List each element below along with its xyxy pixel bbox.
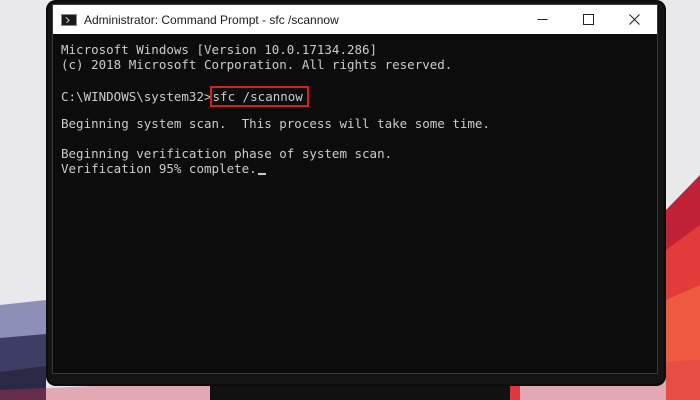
close-button[interactable]: [611, 5, 657, 34]
console-line-command: C:\WINDOWS\system32>sfc /scannow: [61, 86, 657, 107]
command-highlight: sfc /scannow: [209, 86, 309, 107]
maximize-icon: [582, 14, 594, 25]
console-command: sfc /scannow: [212, 89, 303, 104]
close-icon: [628, 14, 640, 25]
text-cursor: [257, 173, 266, 175]
cmd-icon: [61, 13, 77, 26]
minimize-icon: [537, 19, 547, 20]
maximize-button[interactable]: [565, 5, 611, 34]
window-titlebar[interactable]: Administrator: Command Prompt - sfc /sca…: [53, 5, 657, 34]
console-line-scan-begin: Beginning system scan. This process will…: [61, 116, 490, 131]
verification-progress-text: Verification 95% complete.: [61, 161, 257, 176]
console-line-verify-begin: Beginning verification phase of system s…: [61, 146, 393, 161]
console-prompt: C:\WINDOWS\system32>: [61, 89, 212, 104]
console-line-copyright: (c) 2018 Microsoft Corporation. All righ…: [61, 57, 453, 72]
console-output[interactable]: Microsoft Windows [Version 10.0.17134.28…: [53, 34, 657, 373]
window-title: Administrator: Command Prompt - sfc /sca…: [84, 12, 339, 27]
minimize-button[interactable]: [519, 5, 565, 34]
console-line-verify-progress: Verification 95% complete.: [61, 161, 657, 176]
console-line-version: Microsoft Windows [Version 10.0.17134.28…: [61, 42, 378, 57]
command-prompt-window[interactable]: Administrator: Command Prompt - sfc /sca…: [52, 4, 658, 374]
